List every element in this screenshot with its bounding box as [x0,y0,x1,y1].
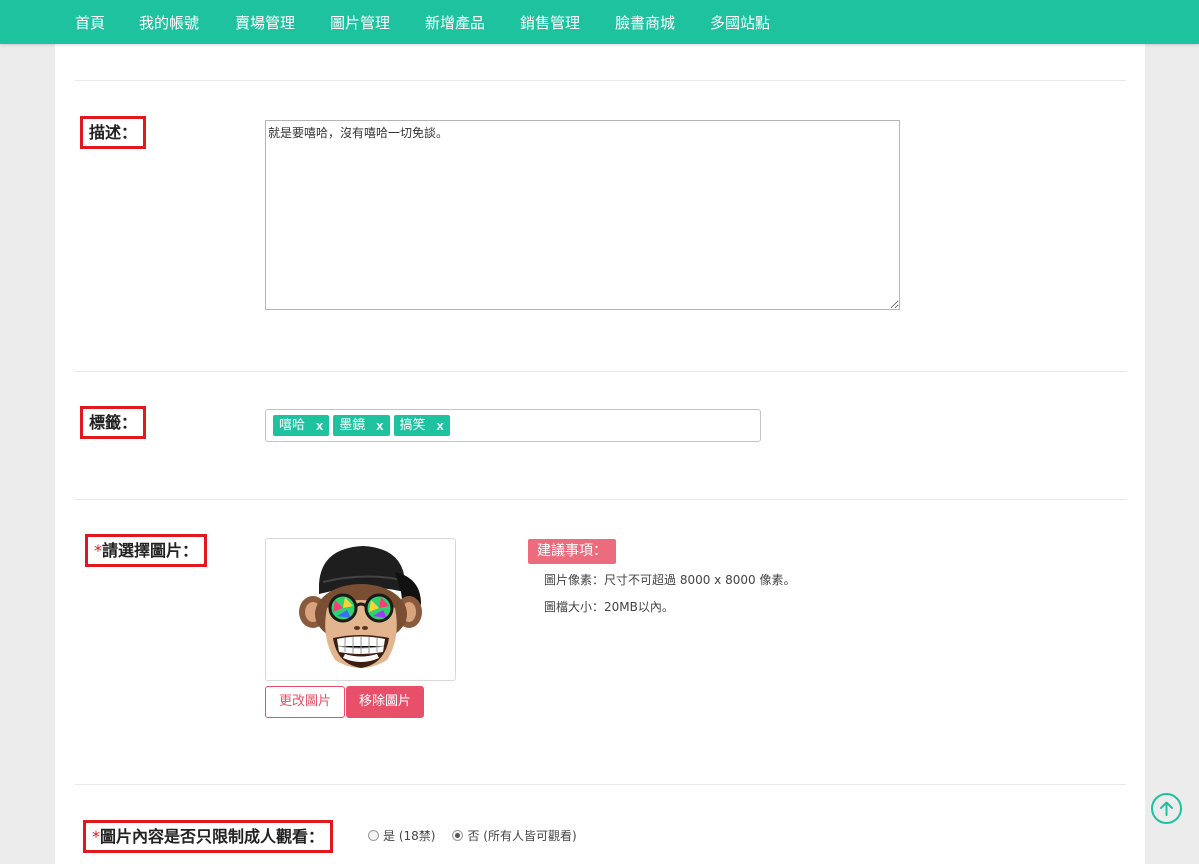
tips-title-badge: 建議事項： [528,539,616,564]
tag-remove-icon[interactable]: x [316,415,323,436]
select-image-label: *請選擇圖片： [85,534,208,567]
description-textarea[interactable]: 就是要嘻哈，沒有嘻哈一切免談。 [265,120,900,310]
scroll-to-top-button[interactable] [1151,793,1182,824]
nav-item-home[interactable]: 首頁 [75,12,105,33]
tip-text: 圖片像素：尺寸不可超過 8000 x 8000 像素。 [544,573,796,587]
nav-item-image-management[interactable]: 圖片管理 [330,12,390,33]
remove-image-button[interactable]: 移除圖片 [346,686,424,718]
adult-only-label: *圖片內容是否只限制成人觀看： [83,820,334,853]
divider [75,784,1126,785]
tag-label: 搞笑 [399,418,426,433]
tag-chip: 搞笑 x [393,415,450,436]
top-navbar: 首頁 我的帳號 賣場管理 圖片管理 新增產品 銷售管理 臉書商城 多國站點 [0,0,1199,44]
nav-item-facebook-shop[interactable]: 臉書商城 [615,12,675,33]
select-image-label-text: 請選擇圖片： [102,541,199,560]
main-content: 描述： 就是要嘻哈，沒有嘻哈一切免談。 標籤： 嘻哈 x 墨鏡 x 搞笑 x *… [55,44,1145,864]
nav-item-store-management[interactable]: 賣場管理 [235,12,295,33]
description-label: 描述： [80,116,147,149]
change-image-button[interactable]: 更改圖片 [265,686,345,718]
monkey-image [298,545,422,668]
adult-only-label-text: 圖片內容是否只限制成人觀看： [100,827,325,846]
required-mark: * [92,827,100,846]
adult-yes-label[interactable]: 是 (18禁) [383,827,435,844]
tag-chip: 嘻哈 x [273,415,330,436]
nav-item-sales-management[interactable]: 銷售管理 [520,12,580,33]
adult-only-radio-group: 是 (18禁) 否 (所有人皆可觀看) [368,827,594,844]
tags-label: 標籤： [80,406,147,439]
tag-chip: 墨鏡 x [333,415,390,436]
tag-remove-icon[interactable]: x [376,415,383,436]
divider [75,499,1126,500]
tip-text: 圖檔大小：20MB以內。 [544,600,674,614]
tags-input[interactable]: 嘻哈 x 墨鏡 x 搞笑 x [265,409,761,442]
nav-item-add-product[interactable]: 新增產品 [425,12,485,33]
required-mark: * [94,541,102,560]
adult-yes-radio[interactable] [368,830,379,841]
nav-item-multi-country-sites[interactable]: 多國站點 [710,12,770,33]
adult-no-radio[interactable] [452,830,464,841]
divider [75,80,1126,81]
arrow-up-icon [1160,801,1173,816]
tag-label: 嘻哈 [279,418,306,433]
tag-remove-icon[interactable]: x [437,415,444,436]
image-preview [265,538,456,681]
adult-no-label[interactable]: 否 (所有人皆可觀看) [467,827,576,844]
nav-item-my-account[interactable]: 我的帳號 [139,12,199,33]
tag-label: 墨鏡 [339,418,366,433]
divider [75,371,1126,372]
